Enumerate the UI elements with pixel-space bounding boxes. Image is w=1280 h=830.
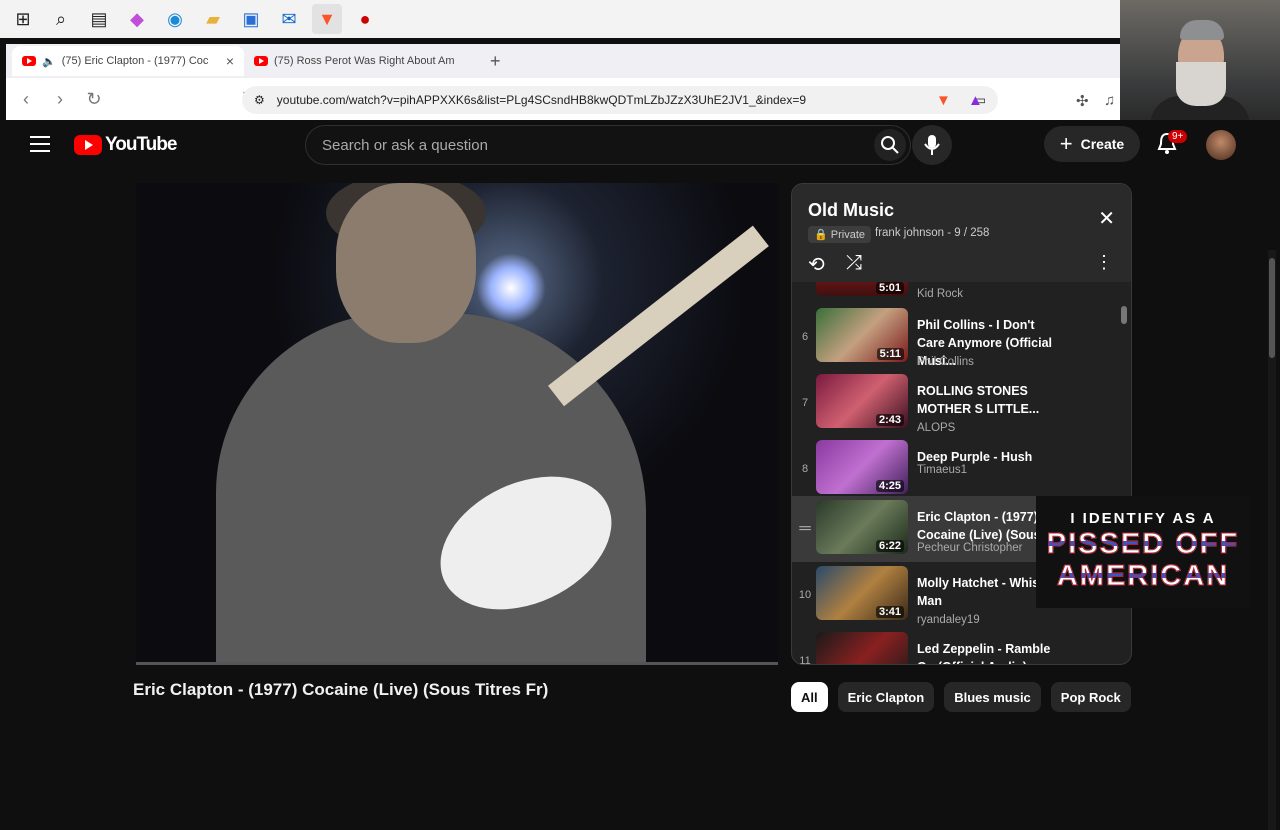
brave-icon[interactable]: ▼ [312,4,342,34]
reload-icon[interactable]: ↻ [84,89,104,110]
search-button[interactable] [874,129,906,161]
tab-title: (75) Eric Clapton - (1977) Coc [61,55,209,67]
explorer-icon[interactable]: ▰ [198,4,228,34]
chip-blues-music[interactable]: Blues music [944,682,1041,712]
chip-bar: All Eric Clapton Blues music Pop Rock [791,682,1131,712]
list-item[interactable]: 11 Led Zeppelin - Ramble On (Official Au… [792,628,1122,664]
search-input[interactable]: Search or ask a question [305,125,911,165]
windows-icon[interactable]: ⊞ [8,4,38,34]
drag-handle-icon[interactable]: ═ [794,496,816,562]
more-options-icon[interactable]: ⋮ [1095,252,1113,273]
video-thumbnail: 5:01 [816,282,908,296]
video-item-title: ROLLING STONES MOTHER S LITTLE... [917,384,1040,416]
video-player[interactable] [136,183,778,665]
plus-icon: + [1059,131,1073,156]
video-item-title: Led Zeppelin - Ramble On (Official Audio… [917,642,1051,664]
media-icon[interactable]: ♫ [1104,92,1115,109]
channel-name: Phil Collins [917,356,974,368]
video-thumbnail [816,632,908,664]
youtube-page: YouTube Search or ask a question + Creat… [6,120,1276,830]
copilot-icon[interactable]: ◆ [122,4,152,34]
lock-icon: 🔒 [814,229,828,241]
close-icon[interactable]: ✕ [1098,206,1115,231]
store-icon[interactable]: ▣ [236,4,266,34]
forward-icon[interactable]: › [50,89,70,110]
playlist-title[interactable]: Old Music [808,200,894,221]
page-scrollbar[interactable] [1268,250,1276,830]
new-tab-button[interactable]: + [490,51,501,72]
search-icon[interactable]: ⌕ [46,4,76,34]
address-bar[interactable]: ⚙ youtube.com/watch?v=pihAPPXXK6s&list=P… [242,86,998,114]
channel-name: Pecheur Christopher [917,542,1023,554]
channel-name: ryandaley19 [917,614,980,626]
site-info-icon[interactable]: ⚙ [254,93,265,107]
tab-ross-perot[interactable]: (75) Ross Perot Was Right About Am [244,46,476,76]
back-icon[interactable]: ‹ [16,89,36,110]
app-icon[interactable]: ● [350,4,380,34]
close-tab-icon[interactable]: × [226,53,234,69]
avatar[interactable] [1206,130,1236,160]
rewards-icon[interactable]: ▲ [968,92,983,109]
search-icon [881,136,899,154]
chip-eric-clapton[interactable]: Eric Clapton [837,682,935,712]
create-button[interactable]: + Create [1044,126,1140,162]
youtube-favicon-icon [22,56,36,66]
widgets-icon[interactable]: ▤ [84,4,114,34]
list-item[interactable]: 7 2:43 ROLLING STONES MOTHER S LITTLE...… [792,370,1122,436]
video-thumbnail: 4:25 [816,440,908,494]
notification-count-badge: 9+ [1168,130,1188,143]
playlist-owner[interactable]: frank johnson - 9 / 258 [875,227,989,239]
video-thumbnail: 6:22 [816,500,908,554]
list-item[interactable]: 8 4:25 Deep Purple - Hush Timaeus1 [792,436,1122,502]
playlist-header: Old Music ✕ 🔒 Private frank johnson - 9 … [792,184,1131,282]
tab-strip: 🔈 (75) Eric Clapton - (1977) Coc × (75) … [6,44,1120,78]
microphone-icon [924,135,940,155]
list-item[interactable]: 6 5:11 Phil Collins - I Don't Care Anymo… [792,304,1122,370]
webcam-overlay [1120,0,1280,120]
url-text: youtube.com/watch?v=pihAPPXXK6s&list=PLg… [276,93,807,107]
video-thumbnail: 5:11 [816,308,908,362]
brave-shields-icon[interactable]: ▼ [936,92,951,109]
youtube-favicon-icon [254,56,268,66]
stream-overlay-banner: I IDENTIFY AS A PISSED OFF AMERICAN [1036,496,1250,608]
outlook-icon[interactable]: ✉ [274,4,304,34]
list-item[interactable]: 5:01 Kid Rock [792,282,1122,304]
tab-eric-clapton[interactable]: 🔈 (75) Eric Clapton - (1977) Coc × [12,46,244,76]
youtube-header: YouTube Search or ask a question + Creat… [6,120,1272,172]
shuffle-icon[interactable]: ⤮ [846,252,862,275]
tab-title: (75) Ross Perot Was Right About Am [274,55,455,67]
browser-chrome: 🔈 (75) Eric Clapton - (1977) Coc × (75) … [6,44,1120,120]
voice-search-button[interactable] [912,125,952,165]
chip-all[interactable]: All [791,682,828,712]
edge-icon[interactable]: ◉ [160,4,190,34]
privacy-badge: 🔒 Private [808,226,872,243]
youtube-logo-icon [74,135,102,155]
channel-name: ALOPS [917,422,956,434]
video-title: Eric Clapton - (1977) Cocaine (Live) (So… [133,680,549,699]
video-thumbnail: 2:43 [816,374,908,428]
video-progress-bar[interactable] [136,662,778,665]
chip-pop-rock[interactable]: Pop Rock [1050,682,1131,712]
speaker-icon: 🔈 [42,55,56,68]
windows-taskbar: ⊞ ⌕ ▤ ◆ ◉ ▰ ▣ ✉ ▼ ● [0,0,1120,38]
channel-name: Timaeus1 [917,464,968,476]
channel-name: Kid Rock [917,288,964,300]
menu-icon[interactable] [30,136,50,152]
extensions-icon[interactable]: ✣ [1076,92,1089,110]
loop-icon[interactable]: ⟲ [808,252,825,277]
youtube-logo[interactable]: YouTube [74,134,177,156]
video-thumbnail: 3:41 [816,566,908,620]
